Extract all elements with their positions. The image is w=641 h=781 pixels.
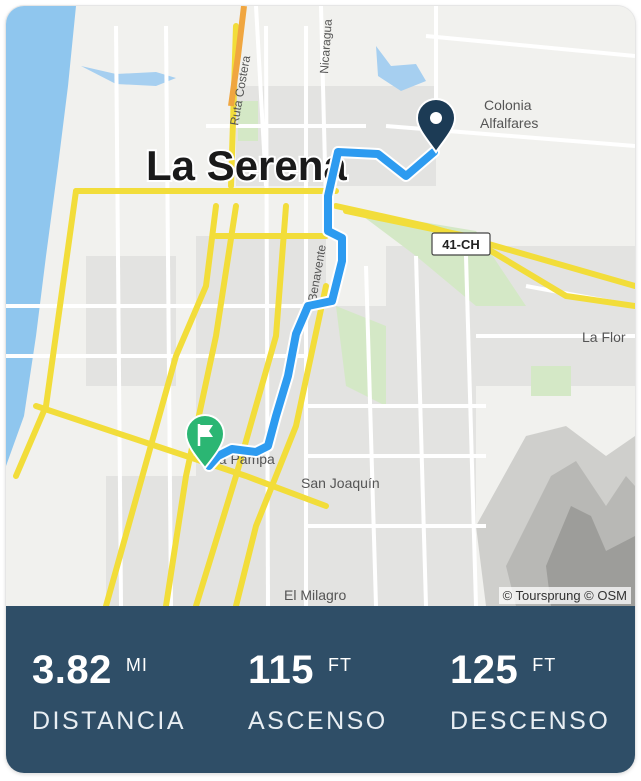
label-el-milagro: El Milagro — [284, 587, 346, 603]
city-label: La Serena — [146, 142, 347, 189]
route-shield: 41-CH — [431, 232, 491, 256]
label-san-joaquin: San Joaquín — [301, 475, 380, 491]
stat-distance-value: 3.82 — [32, 648, 112, 692]
label-la-flor: La Flor — [582, 329, 626, 345]
stat-distance-unit: MI — [125, 654, 148, 675]
stat-distance-label: DISTANCIA — [32, 707, 186, 735]
route-map[interactable]: Colonia Alfalfares La Flor San Joaquín E… — [6, 6, 635, 606]
label-alfalfares: Alfalfares — [480, 115, 538, 131]
stat-descent: 125 FT DESCENSO — [450, 648, 610, 736]
stat-ascent-value: 115 — [248, 648, 315, 692]
stat-ascent-unit: FT — [328, 654, 353, 675]
map-attribution[interactable]: © Toursprung © OSM — [498, 587, 631, 604]
stat-descent-value: 125 — [450, 648, 519, 692]
route-stats-panel: 3.82 MI DISTANCIA 115 FT ASCENSO 125 FT DES… — [6, 606, 635, 773]
stat-ascent: 115 FT ASCENSO — [248, 648, 388, 736]
stat-ascent-label: ASCENSO — [248, 707, 388, 735]
stat-descent-unit: FT — [532, 654, 557, 675]
svg-text:41-CH: 41-CH — [442, 237, 480, 252]
stat-descent-label: DESCENSO — [450, 707, 611, 735]
map-canvas: Colonia Alfalfares La Flor San Joaquín E… — [6, 6, 635, 606]
label-colonia: Colonia — [484, 97, 532, 113]
stat-distance: 3.82 MI DISTANCIA — [32, 648, 186, 736]
route-card: Colonia Alfalfares La Flor San Joaquín E… — [6, 6, 635, 773]
